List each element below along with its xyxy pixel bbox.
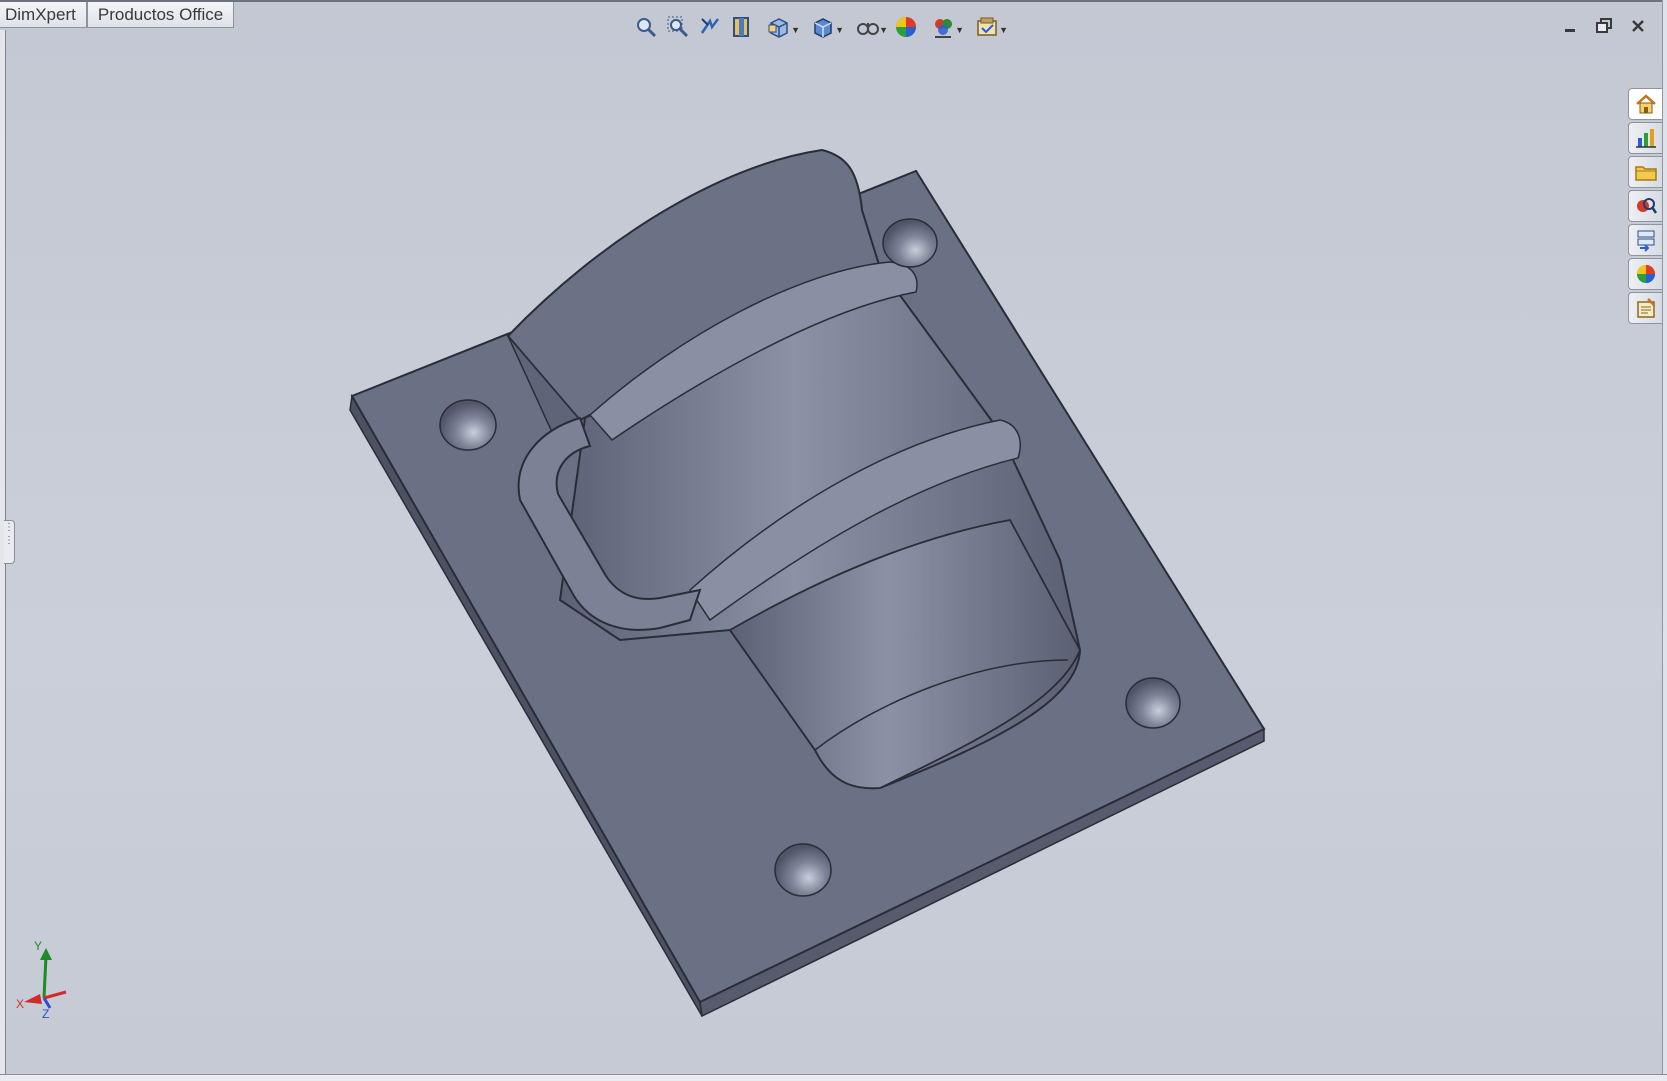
triad-y-label: Y	[34, 939, 42, 953]
reference-triad: Y X Z	[16, 939, 67, 1018]
triad-x-label: X	[16, 997, 24, 1011]
mold-part-model[interactable]	[0, 0, 1667, 1080]
bolt-hole	[1125, 677, 1181, 729]
bolt-hole	[439, 399, 497, 451]
triad-z-label: Z	[42, 1007, 49, 1018]
bolt-hole	[882, 218, 938, 268]
bolt-hole	[774, 843, 832, 897]
